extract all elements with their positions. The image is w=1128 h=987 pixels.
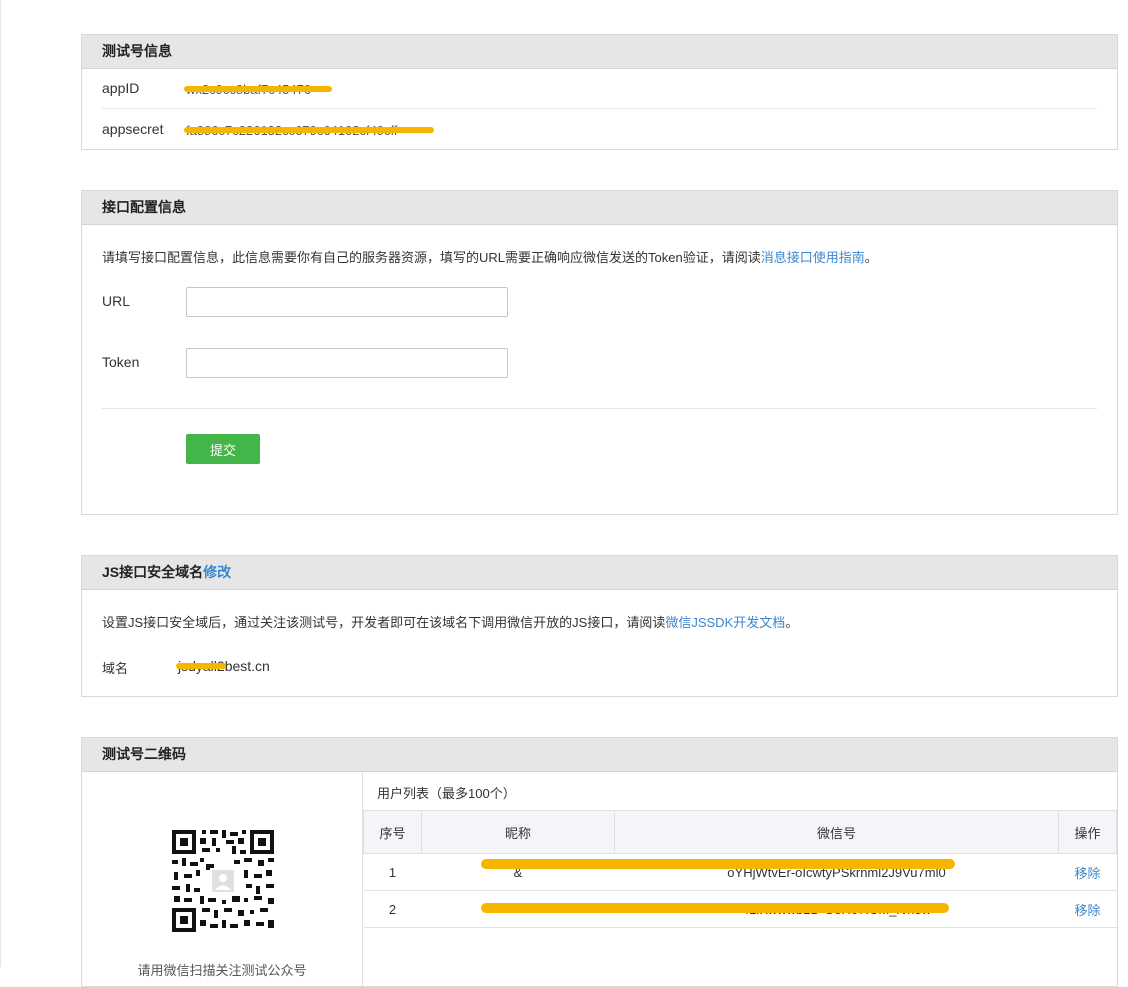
js-domain-desc-end: 。 [785, 615, 799, 630]
api-config-desc-text: 请填写接口配置信息，此信息需要你有自己的服务器资源，填写的URL需要正确响应微信… [102, 250, 761, 265]
qrcode-caption: 请用微信扫描关注测试公众号 [137, 963, 307, 978]
jssdk-doc-link[interactable]: 微信JSSDK开发文档 [665, 615, 785, 630]
js-domain-panel: JS接口安全域名修改 设置JS接口安全域后，通过关注该测试号，开发者即可在该域名… [81, 555, 1118, 697]
url-label: URL [102, 293, 131, 309]
column-header-action: 操作 [1058, 810, 1117, 854]
column-header-wechat-id: 微信号 [614, 810, 1059, 854]
row1-redaction-mark [481, 859, 955, 869]
page-left-border [0, 0, 1, 967]
divider [102, 108, 1097, 109]
remove-user-link[interactable]: 移除 [1074, 903, 1100, 918]
qrcode-header: 测试号二维码 [82, 738, 1117, 772]
domain-redaction-mark [176, 663, 226, 669]
qrcode-panel: 测试号二维码 请用微信扫描关注测试公众号 用户列表（最多100个） 序号 昵称 … [81, 737, 1118, 987]
test-account-header: 测试号信息 [82, 35, 1117, 69]
user-list-title: 用户列表（最多100个） [377, 786, 516, 801]
url-input[interactable] [186, 287, 508, 317]
appid-redaction-mark [184, 86, 332, 92]
js-domain-header: JS接口安全域名修改 [82, 556, 1117, 590]
row-index: 1 [363, 853, 422, 891]
submit-button[interactable]: 提交 [186, 434, 260, 464]
appsecret-label: appsecret [102, 121, 164, 137]
domain-label: 域名 [102, 661, 129, 676]
js-domain-title: JS接口安全域名 [102, 564, 204, 580]
remove-user-link[interactable]: 移除 [1074, 866, 1100, 881]
column-header-nickname: 昵称 [421, 810, 615, 854]
qrcode-image [170, 828, 276, 934]
js-domain-edit-link[interactable]: 修改 [203, 564, 231, 580]
appid-label: appID [102, 80, 140, 96]
js-domain-desc-text: 设置JS接口安全域后，通过关注该测试号，开发者即可在该域名下调用微信开放的JS接… [102, 615, 666, 630]
token-input[interactable] [186, 348, 508, 378]
token-label: Token [102, 354, 140, 370]
api-config-panel: 接口配置信息 请填写接口配置信息，此信息需要你有自己的服务器资源，填写的URL需… [81, 190, 1118, 515]
user-list-area: 用户列表（最多100个） 序号 昵称 微信号 操作 1 & oYHjWtvEr-… [363, 772, 1117, 986]
column-header-index: 序号 [363, 810, 422, 854]
test-account-panel: 测试号信息 appID wx2c9cc8baf7c45476 appsecret… [81, 34, 1118, 150]
divider [102, 408, 1097, 409]
api-config-header: 接口配置信息 [82, 191, 1117, 225]
api-config-description: 请填写接口配置信息，此信息需要你有自己的服务器资源，填写的URL需要正确响应微信… [102, 247, 878, 266]
qrcode-area: 请用微信扫描关注测试公众号 [82, 772, 363, 986]
row2-redaction-mark [481, 903, 949, 913]
js-domain-description: 设置JS接口安全域后，通过关注该测试号，开发者即可在该域名下调用微信开放的JS接… [102, 612, 798, 631]
appsecret-redaction-mark [184, 127, 434, 133]
api-config-desc-end: 。 [864, 250, 878, 265]
row-index: 2 [363, 890, 422, 928]
table-header-row: 序号 昵称 微信号 操作 [363, 810, 1117, 854]
message-api-guide-link[interactable]: 消息接口使用指南 [761, 250, 865, 265]
